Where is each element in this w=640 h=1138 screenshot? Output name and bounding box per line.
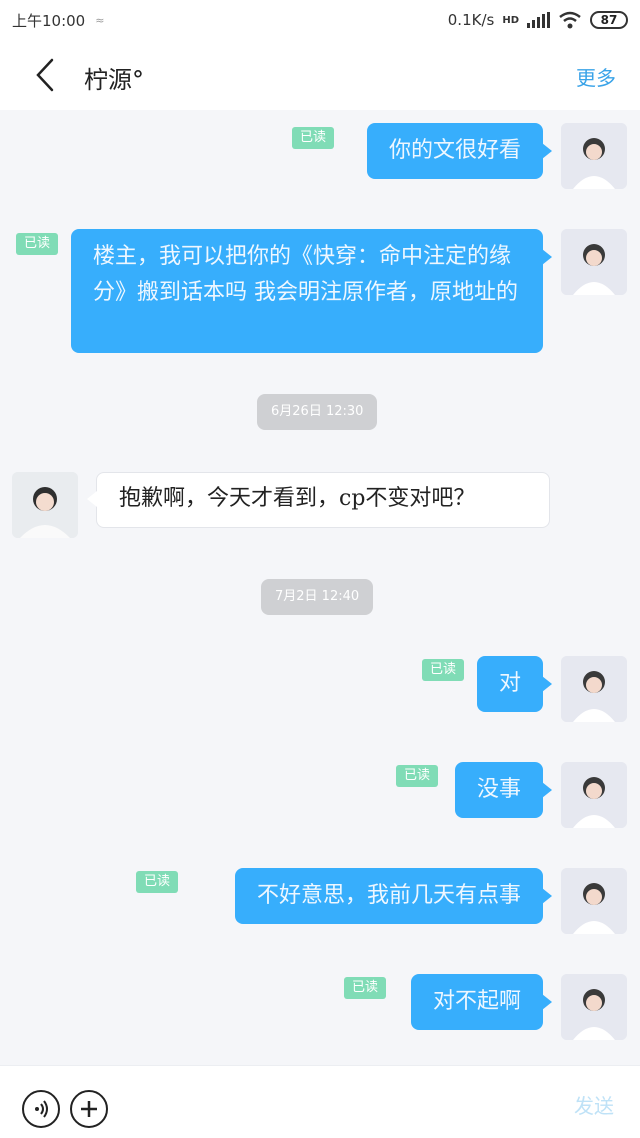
wifi-icon bbox=[559, 11, 581, 29]
self-avatar[interactable] bbox=[561, 656, 627, 722]
read-status-badge: 已读 bbox=[16, 233, 59, 255]
chat-header: 柠源° 更多 bbox=[0, 40, 640, 110]
add-button[interactable] bbox=[70, 1090, 108, 1128]
read-status-badge: 已读 bbox=[136, 871, 179, 893]
message-bubble-outgoing[interactable]: 对 bbox=[476, 656, 553, 712]
message-list[interactable]: 已读 你的文很好看 已读 楼主，我可以把你的《快穿：命中注定的缘分》搬到话本吗 … bbox=[0, 110, 640, 1065]
battery-indicator: 87 bbox=[590, 11, 628, 29]
message-text: 不好意思，我前几天有点事 bbox=[256, 883, 521, 908]
self-avatar[interactable] bbox=[561, 229, 627, 295]
message-text: 你的文很好看 bbox=[388, 138, 521, 163]
message-timestamp: 6月26日 12:30 bbox=[257, 394, 378, 430]
message-bubble-outgoing[interactable]: 你的文很好看 bbox=[366, 123, 553, 179]
self-avatar[interactable] bbox=[561, 762, 627, 828]
voice-icon bbox=[35, 1100, 48, 1118]
input-bar: 发送 bbox=[0, 1065, 640, 1138]
read-status-badge: 已读 bbox=[422, 659, 465, 681]
status-time: 上午10:00 bbox=[12, 11, 86, 30]
read-status-badge: 已读 bbox=[292, 127, 335, 149]
message-bubble-outgoing[interactable]: 对不起啊 bbox=[410, 974, 553, 1030]
self-avatar[interactable] bbox=[561, 974, 627, 1040]
message-bubble-outgoing[interactable]: 楼主，我可以把你的《快穿：命中注定的缘分》搬到话本吗 我会明注原作者，原地址的 bbox=[71, 229, 552, 353]
self-avatar[interactable] bbox=[561, 868, 627, 934]
back-button[interactable] bbox=[30, 58, 60, 92]
notification-icon: ≈ bbox=[95, 13, 105, 27]
message-text: 对 bbox=[498, 671, 521, 696]
message-bubble-incoming[interactable]: 抱歉啊，今天才看到，cp不变对吧？ bbox=[87, 472, 550, 528]
signal-icon bbox=[527, 12, 550, 28]
self-avatar[interactable] bbox=[561, 123, 627, 189]
message-text: 抱歉啊，今天才看到，cp不变对吧？ bbox=[119, 486, 476, 511]
status-bar: 上午10:00 ≈ 0.1K/s HD 87 bbox=[0, 0, 640, 40]
message-text: 没事 bbox=[476, 777, 521, 802]
read-status-badge: 已读 bbox=[344, 977, 387, 999]
chevron-left-icon bbox=[36, 58, 54, 92]
contact-avatar[interactable] bbox=[12, 472, 78, 538]
message-timestamp: 7月2日 12:40 bbox=[261, 579, 374, 615]
contact-name: 柠源° bbox=[84, 66, 144, 94]
send-button[interactable]: 发送 bbox=[574, 1090, 614, 1119]
message-text: 对不起啊 bbox=[432, 989, 521, 1014]
message-text: 楼主，我可以把你的《快穿：命中注定的缘分》搬到话本吗 我会明注原作者，原地址的 bbox=[93, 244, 518, 305]
message-bubble-outgoing[interactable]: 不好意思，我前几天有点事 bbox=[234, 868, 553, 924]
plus-icon bbox=[81, 1101, 97, 1117]
read-status-badge: 已读 bbox=[396, 765, 439, 787]
voice-button[interactable] bbox=[22, 1090, 60, 1128]
message-bubble-outgoing[interactable]: 没事 bbox=[454, 762, 553, 818]
network-speed: 0.1K/s bbox=[447, 11, 495, 29]
more-button[interactable]: 更多 bbox=[576, 62, 616, 91]
network-type: HD bbox=[502, 14, 519, 26]
